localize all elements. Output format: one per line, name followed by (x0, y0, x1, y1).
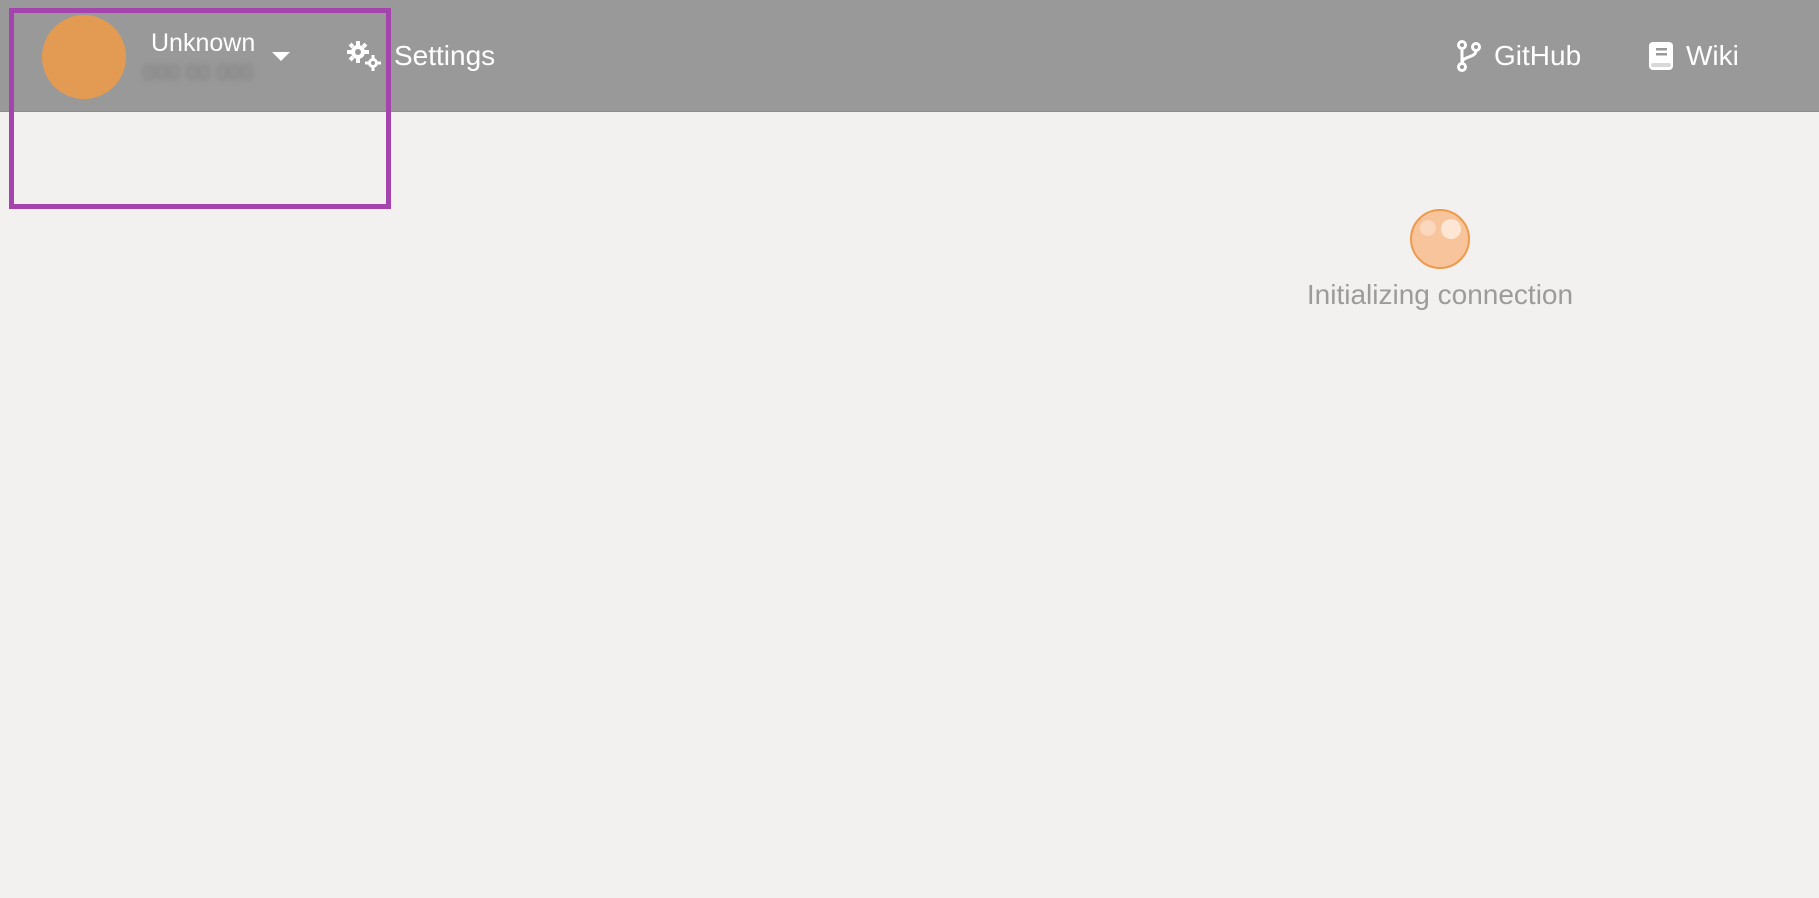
book-icon (1649, 42, 1673, 70)
github-label: GitHub (1494, 40, 1582, 71)
user-menu[interactable]: Unknown 000 00 000 (143, 28, 256, 86)
github-link[interactable]: GitHub (1456, 38, 1581, 74)
gears-icon (347, 41, 381, 71)
settings-link[interactable]: Settings (346, 38, 495, 74)
code-branch-icon (1457, 40, 1481, 72)
user-detail-blurred: 000 00 000 (143, 60, 254, 85)
status-text: Initializing connection (1306, 279, 1574, 310)
wiki-label: Wiki (1686, 40, 1739, 71)
avatar[interactable] (42, 15, 126, 99)
connection-status: Initializing connection (1240, 208, 1640, 312)
wiki-link[interactable]: Wiki (1648, 38, 1739, 74)
top-navigation-bar: Unknown 000 00 000 Settings GitHub Wiki (0, 0, 1819, 112)
settings-label: Settings (394, 40, 496, 71)
loading-spinner-icon (1410, 209, 1470, 269)
username: Unknown (151, 29, 256, 57)
caret-down-icon[interactable] (272, 52, 290, 61)
